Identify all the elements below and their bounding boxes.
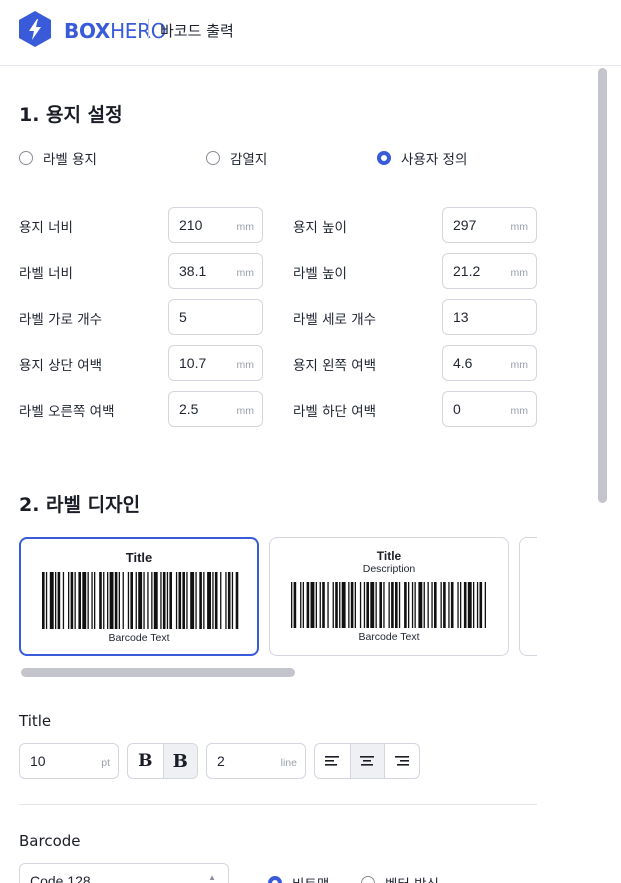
radio-custom-paper[interactable]: 사용자 정의 [377,148,467,168]
labels-across-label: 라벨 가로 개수 [19,312,103,328]
title-lines-input[interactable]: 2 line [206,743,306,779]
brand-hero: HERO [110,19,167,43]
title-bold-toggle-group: B B [127,743,198,779]
label-width-label: 라벨 너비 [19,266,73,282]
label-width-input[interactable]: 38.1 mm [168,253,263,289]
field-value: 0 [453,401,461,417]
paper-height-input[interactable]: 297 mm [442,207,537,243]
select-arrows-icon: ▲▼ [208,873,216,883]
radio-label: 사용자 정의 [401,152,468,168]
title-options-heading: Title [19,712,52,730]
field-unit: mm [510,359,529,371]
align-right-button[interactable] [384,744,419,778]
bold-button[interactable]: B [128,744,163,778]
design-title: Title [125,550,153,565]
label-design-card-title-description[interactable]: Title Description Barcode Text [269,537,509,656]
barcode-format-select[interactable]: Code 128 ▲▼ [19,863,229,883]
design-barcode-text: Barcode Text [358,631,420,643]
label-height-input[interactable]: 21.2 mm [442,253,537,289]
radio-button-icon[interactable] [361,876,375,883]
vertical-scrollbar-thumb[interactable] [598,68,607,503]
boxhero-logo-icon[interactable] [18,10,52,48]
labels-down-label: 라벨 세로 개수 [293,312,377,328]
radio-label: 라벨 용지 [43,152,97,168]
top-bar: BOXHERO 바코드 출력 [0,0,621,66]
field-unit: mm [236,405,255,417]
title-font-size-input[interactable]: 10 pt [19,743,119,779]
field-value: 297 [453,217,477,233]
radio-bitmap[interactable]: 비트맵 [268,873,329,883]
header-divider [148,19,149,39]
section-paper-settings-title: 1. 용지 설정 [19,104,123,126]
field-unit: line [280,757,297,769]
label-height-label: 라벨 높이 [293,266,347,282]
field-unit: mm [236,221,255,233]
field-unit: mm [236,359,255,371]
label-design-card-title-only[interactable]: Title Barcode Text [19,537,259,656]
design-barcode-text: Barcode Text [108,632,170,644]
field-value: 10 [30,753,46,769]
field-value: 10.7 [179,355,207,371]
extra-bold-button[interactable]: B [162,744,197,778]
field-value: 38.1 [179,263,207,279]
radio-vector[interactable]: 벡터 방식 [361,873,439,883]
label-right-margin-label: 라벨 오른쪽 여백 [19,404,115,420]
field-unit: mm [510,221,529,233]
design-title: Title [376,549,402,563]
radio-label: 감열지 [230,152,268,168]
field-value: 13 [453,309,469,325]
field-value: 21.2 [453,263,481,279]
section-label-design-title: 2. 라벨 디자인 [19,494,141,516]
field-value: 2 [217,753,225,769]
horizontal-scrollbar-thumb[interactable] [21,668,295,677]
field-value: 2.5 [179,401,199,417]
brand-box: BOX [64,19,111,43]
radio-button-selected-icon[interactable] [268,876,282,883]
barcode-image [291,582,486,628]
radio-label: 비트맵 [292,873,329,883]
select-value: Code 128 [30,873,91,883]
radio-thermal-paper[interactable]: 감열지 [206,148,267,168]
field-unit: pt [101,757,110,769]
align-left-icon [325,756,340,766]
field-unit: mm [510,267,529,279]
paper-height-label: 용지 높이 [293,220,347,236]
label-right-margin-input[interactable]: 2.5 mm [168,391,263,427]
radio-label: 벡터 방식 [385,873,439,883]
align-right-icon [395,756,410,766]
align-center-button[interactable] [349,744,385,778]
section-divider [19,804,537,805]
align-left-button[interactable] [315,744,350,778]
radio-button-icon[interactable] [206,151,220,165]
brand-name[interactable]: BOXHERO [64,19,166,43]
field-unit: mm [236,267,255,279]
labels-down-input[interactable]: 13 [442,299,537,335]
barcode-image [42,572,239,629]
labels-across-input[interactable]: 5 [168,299,263,335]
field-unit: mm [510,405,529,417]
field-value: 4.6 [453,355,473,371]
paper-top-margin-input[interactable]: 10.7 mm [168,345,263,381]
paper-width-label: 용지 너비 [19,220,73,236]
radio-label-paper[interactable]: 라벨 용지 [19,148,97,168]
radio-button-icon[interactable] [19,151,33,165]
title-align-toggle-group [314,743,420,779]
design-description: Description [362,563,416,575]
label-bottom-margin-input[interactable]: 0 mm [442,391,537,427]
page-title: 바코드 출력 [160,22,234,40]
paper-top-margin-label: 용지 상단 여백 [19,358,103,374]
barcode-options-heading: Barcode [19,832,81,850]
radio-button-selected-icon[interactable] [377,151,391,165]
align-center-icon [360,756,375,766]
paper-left-margin-label: 용지 왼쪽 여백 [293,358,377,374]
label-bottom-margin-label: 라벨 하단 여백 [293,404,377,420]
field-value: 210 [179,217,203,233]
paper-width-input[interactable]: 210 mm [168,207,263,243]
field-value: 5 [179,309,187,325]
paper-left-margin-input[interactable]: 4.6 mm [442,345,537,381]
carousel-clip [537,530,597,665]
